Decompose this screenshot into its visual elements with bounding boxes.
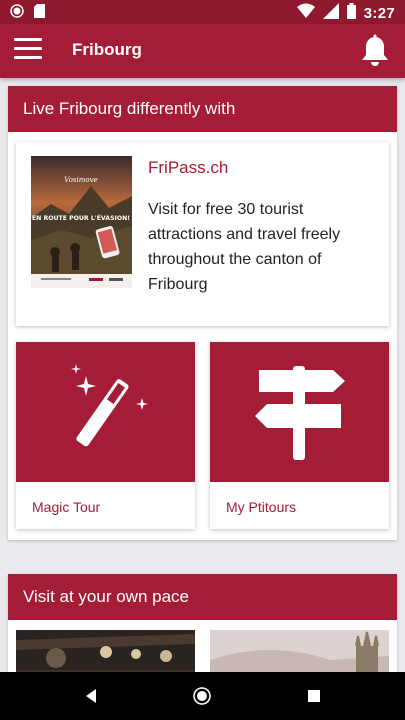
back-icon[interactable]	[84, 688, 98, 709]
fripass-title: FriPass.ch	[148, 158, 229, 177]
clock-time: 3:27	[363, 5, 395, 22]
app-title: Fribourg	[72, 40, 142, 59]
magic-tour-label: Magic Tour	[32, 499, 101, 515]
signpost-icon	[255, 366, 345, 465]
my-ptitours-tile[interactable]: My Ptitours	[210, 342, 389, 529]
battery-icon	[346, 3, 356, 24]
my-ptitours-label: My Ptitours	[226, 499, 297, 515]
home-icon[interactable]	[193, 687, 211, 710]
svg-text:EN ROUTE POUR L'ÉVASION!: EN ROUTE POUR L'ÉVASION!	[32, 213, 130, 222]
system-nav-bar	[0, 672, 405, 720]
magic-wand-icon	[66, 364, 150, 455]
sd-card-icon	[34, 4, 45, 23]
hamburger-menu-icon[interactable]	[14, 38, 42, 62]
cell-signal-icon	[322, 3, 339, 24]
recents-icon[interactable]	[307, 689, 321, 708]
fripass-description: Visit for free 30 tourist attractions an…	[148, 201, 341, 293]
svg-text:Vosimove: Vosimove	[64, 176, 97, 184]
section-header-visit: Visit at your own pace	[8, 574, 397, 620]
fripass-poster-image: Vosimove EN ROUTE POUR L'ÉVASION!	[31, 156, 132, 288]
fripass-card[interactable]: Vosimove EN ROUTE POUR L'ÉVASION! FriPas…	[16, 142, 389, 326]
app-bar: Fribourg	[0, 24, 405, 78]
status-bar: 3:27	[0, 0, 405, 24]
bell-icon[interactable]	[359, 34, 391, 68]
section-live-fribourg: Live Fribourg differently with Vosimove …	[8, 86, 397, 540]
circle-notification-icon	[10, 4, 24, 23]
magic-tour-tile[interactable]: Magic Tour	[16, 342, 195, 529]
wifi-icon	[296, 3, 315, 24]
section-header-live: Live Fribourg differently with	[8, 86, 397, 132]
section-visit-own-pace: Visit at your own pace	[8, 574, 397, 690]
